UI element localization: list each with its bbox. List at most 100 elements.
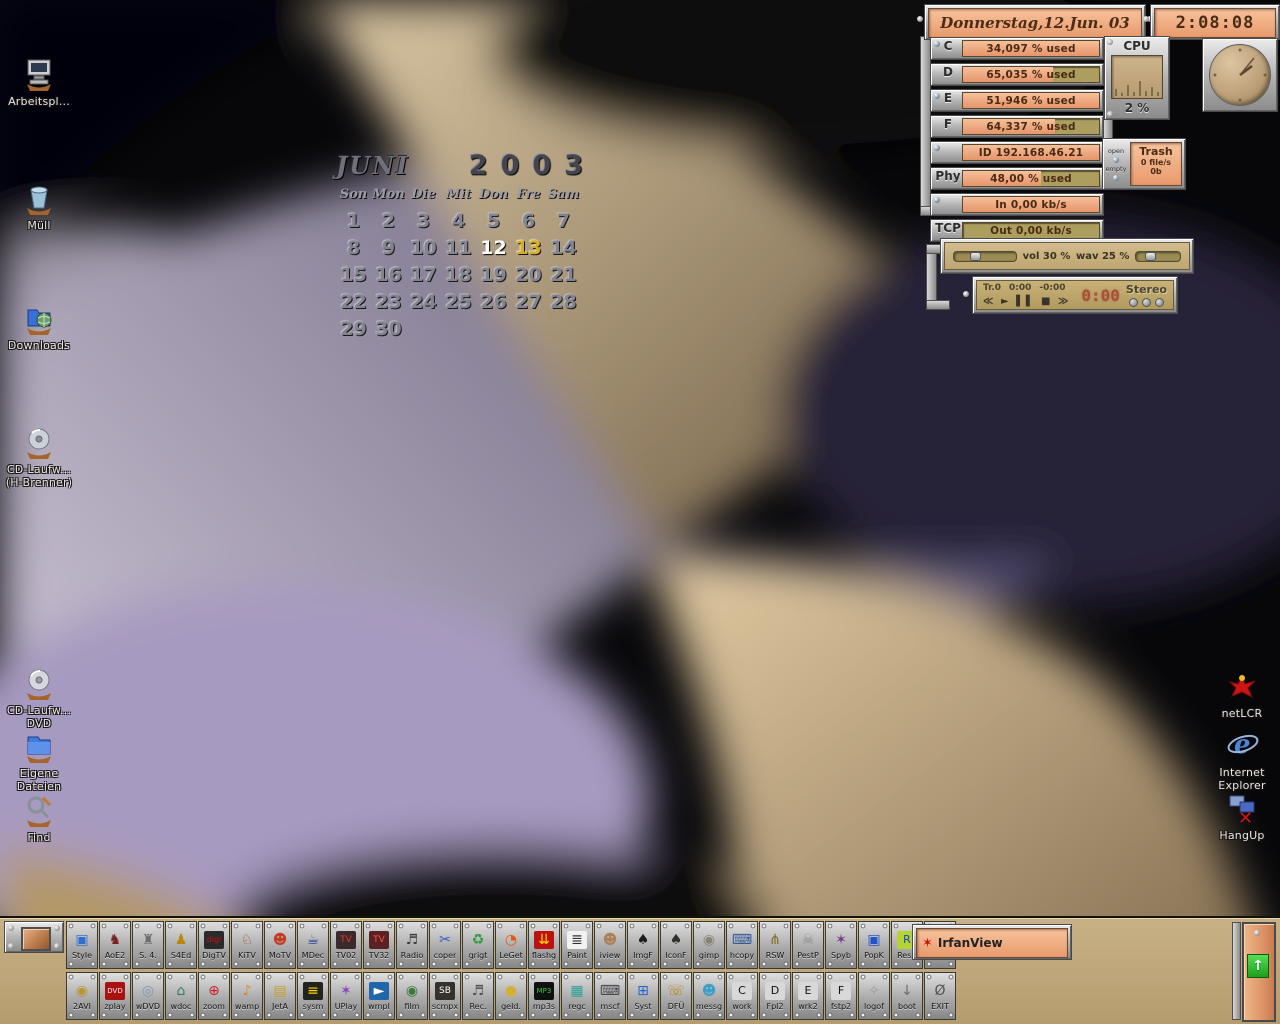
taskbar-app-button[interactable]: SB scmpx (429, 972, 461, 1020)
icon-label: Müll (0, 219, 78, 232)
calendar-day: 10 (406, 237, 441, 264)
app-label: wDVD (136, 1002, 160, 1011)
taskbar-app-button[interactable]: TV TV02 (330, 921, 362, 969)
taskbar-app-button[interactable]: ☏ DFÜ (660, 972, 692, 1020)
taskbar-app-button[interactable]: ♞ AoE2 (99, 921, 131, 969)
taskbar-app-button[interactable]: ◉ 2AVI (66, 972, 98, 1020)
taskbar-app-button[interactable]: MP3 mp3s (528, 972, 560, 1020)
calendar-day: 13 (511, 237, 546, 264)
taskbar-menu-button[interactable] (21, 927, 51, 951)
player-transport-buttons[interactable]: ≪ ► ▌▌ ■ ≫ (983, 296, 1075, 307)
taskbar-app-button[interactable]: ✂ coper (429, 921, 461, 969)
taskbar-app-button[interactable]: ♠ IconF (660, 921, 692, 969)
app-label: fstp2 (831, 1002, 851, 1011)
calendar-weekday: Son (336, 187, 371, 202)
trash-bucket-icon (19, 180, 59, 218)
calendar-day: 23 (371, 291, 406, 318)
app-label: wamp (235, 1002, 259, 1011)
desktop-icon-my-computer[interactable]: Arbeitspl... (0, 56, 78, 108)
taskbar-app-button[interactable]: ⇊ flashg (528, 921, 560, 969)
taskbar-app-button[interactable]: ☻ messg (693, 972, 725, 1020)
taskbar-app-button[interactable]: ♜ S. 4. (132, 921, 164, 969)
meter-bar: In 0,00 kb/s (962, 196, 1100, 213)
taskbar-app-button[interactable]: ⌨ hcopy (726, 921, 758, 969)
taskbar-app-button[interactable]: ✶ UPlay (330, 972, 362, 1020)
taskbar-app-button[interactable]: ♻ grigt (462, 921, 494, 969)
app-icon: ☻ (270, 931, 290, 949)
desktop-icon-trash[interactable]: Müll (0, 180, 78, 232)
trash-open-button[interactable] (1113, 157, 1119, 163)
hangup-icon: ✕ (1222, 790, 1262, 828)
taskbar-app-button[interactable]: ⋔ RSW (759, 921, 791, 969)
calendar-day: 7 (546, 210, 581, 237)
taskbar-app-button[interactable]: ▣ PopK (858, 921, 890, 969)
volume-slider-knob[interactable] (970, 252, 981, 261)
desktop-icon-downloads[interactable]: Downloads (0, 300, 78, 352)
desktop-icon-my-documents[interactable]: Eigene Dateien (0, 728, 78, 793)
desktop-icon-internet-explorer[interactable]: e Internet Explorer (1203, 727, 1280, 792)
volume-slider[interactable] (953, 251, 1017, 262)
wave-slider[interactable] (1135, 251, 1181, 262)
trash-empty-button[interactable] (1113, 175, 1119, 181)
taskbar-app-button[interactable]: C work (726, 972, 758, 1020)
taskbar-app-button[interactable]: ▦ regc (561, 972, 593, 1020)
taskbar-app-button[interactable]: ♟ S4Ed (165, 921, 197, 969)
taskbar-app-button[interactable]: E wrk2 (792, 972, 824, 1020)
desktop-icon-find[interactable]: Find (0, 792, 78, 844)
app-icon: ↓ (897, 982, 917, 1000)
desktop-icon-hangup[interactable]: ✕ HangUp (1203, 790, 1280, 842)
calendar-weekday: Die (406, 187, 441, 202)
calendar-weekday: Sam (546, 187, 581, 202)
taskbar-app-button[interactable]: ≡ sysm (297, 972, 329, 1020)
app-label: boot (898, 1002, 916, 1011)
taskbar-app-button[interactable]: ◉ film (396, 972, 428, 1020)
desktop-icon-cd-burner[interactable]: CD-Laufw... (H-Brenner) (0, 424, 78, 489)
meter-bar: 34,097 % used (962, 40, 1100, 57)
calendar-day: 2 (371, 210, 406, 237)
taskbar-app-button[interactable]: ♠ ImgF (627, 921, 659, 969)
taskbar-app-button[interactable]: ◎ wDVD (132, 972, 164, 1020)
taskbar-app-button[interactable]: Ø EXIT (924, 972, 956, 1020)
taskbar-app-button[interactable]: ☻ iview (594, 921, 626, 969)
taskbar-app-button[interactable]: ↓ boot (891, 972, 923, 1020)
taskbar-app-button[interactable]: ✧ logof (858, 972, 890, 1020)
taskbar-app-button[interactable]: ✶ Spyb (825, 921, 857, 969)
desktop-icon-cd-dvd[interactable]: CD-Laufw... DVD (0, 665, 78, 730)
player-track: Tr.0 (983, 283, 1001, 293)
irfanview-task-button[interactable]: ✶ IrfanView (912, 924, 1072, 960)
taskbar-app-button[interactable]: ♬ Radio (396, 921, 428, 969)
app-icon: ◉ (699, 931, 719, 949)
wave-slider-knob[interactable] (1145, 252, 1156, 261)
player-indicator-lights (1129, 298, 1164, 307)
find-magnifier-icon (19, 792, 59, 830)
app-icon: ♘ (237, 931, 257, 949)
taskbar-app-button[interactable]: ⊕ zoom (198, 972, 230, 1020)
taskbar-app-button[interactable]: ⊞ Syst (627, 972, 659, 1020)
app-label: logof (864, 1002, 884, 1011)
app-label: flashg (532, 951, 556, 960)
taskbar-app-button[interactable]: ☠ PestP (792, 921, 824, 969)
taskbar-app-button[interactable]: DVD zplay (99, 972, 131, 1020)
taskbar-app-button[interactable]: ► wmpl (363, 972, 395, 1020)
taskbar-app-button[interactable]: ≣ Paint (561, 921, 593, 969)
taskbar-app-button[interactable]: ☕ MDec (297, 921, 329, 969)
taskbar-app-button[interactable]: ⌂ wdoc (165, 972, 197, 1020)
taskbar-app-button[interactable]: TV TV32 (363, 921, 395, 969)
taskbar-app-button[interactable]: ● geld. (495, 972, 527, 1020)
taskbar-app-button[interactable]: F fstp2 (825, 972, 857, 1020)
taskbar-app-button[interactable]: ⌨ mscf (594, 972, 626, 1020)
taskbar-app-button[interactable]: ▣ Style (66, 921, 98, 969)
taskbar-app-button[interactable]: D Fpl2 (759, 972, 791, 1020)
taskbar-app-button[interactable]: ☻ MoTV (264, 921, 296, 969)
app-label: Fpl2 (767, 1002, 784, 1011)
up-arrow-button[interactable]: ↑ (1247, 954, 1269, 978)
taskbar-app-button[interactable]: ◔ LeGet (495, 921, 527, 969)
taskbar-app-button[interactable]: ♘ KiTV (231, 921, 263, 969)
taskbar-app-button[interactable]: ♪ wamp (231, 972, 263, 1020)
cpu-widget: CPU 2 % (1104, 36, 1170, 120)
taskbar-app-button[interactable]: digi DigTV (198, 921, 230, 969)
desktop-icon-netlcr[interactable]: netLCR (1203, 670, 1280, 720)
taskbar-app-button[interactable]: ♬ Rec. (462, 972, 494, 1020)
taskbar-app-button[interactable]: ◉ gimp (693, 921, 725, 969)
taskbar-app-button[interactable]: ▤ JetA (264, 972, 296, 1020)
